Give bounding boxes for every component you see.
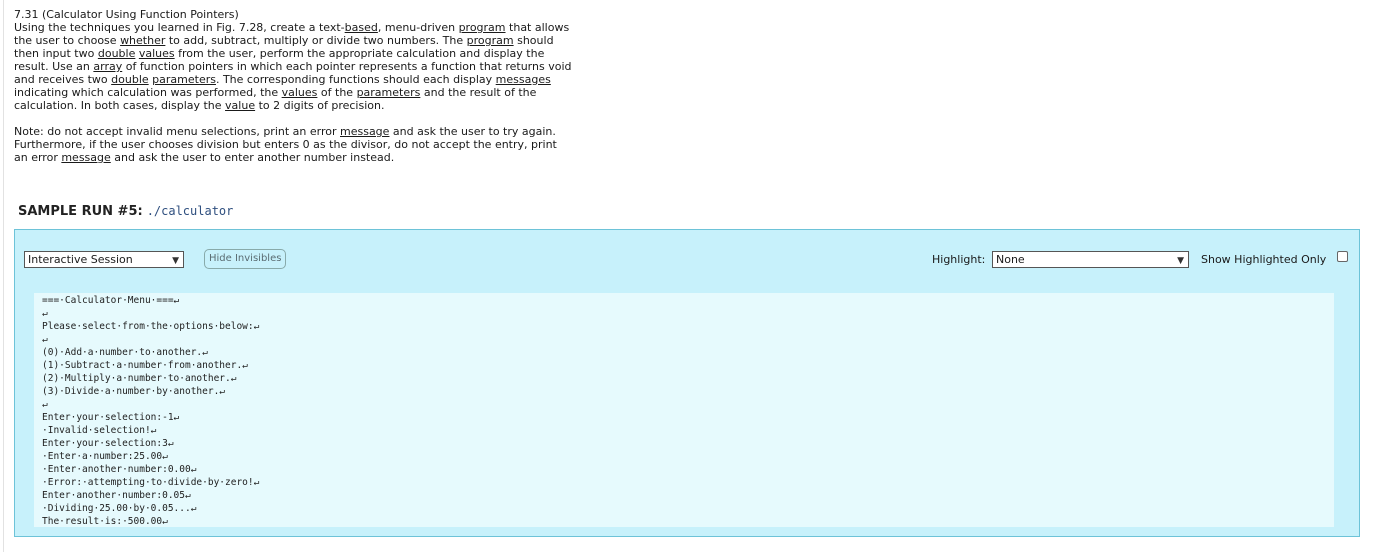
sample-run-heading: SAMPLE RUN #5: ./calculator xyxy=(18,204,233,219)
output-line: ·Enter·a·number:25.00↵ xyxy=(42,451,168,462)
output-line: The·result·is:·500.00↵ xyxy=(42,516,168,527)
output-line: Enter·your·selection:-1↵ xyxy=(42,412,180,423)
text-run: to 2 digits of precision. xyxy=(255,99,385,112)
underlined-term: program xyxy=(458,21,506,34)
output-line: ·Dividing·25.00·by·0.05...↵ xyxy=(42,503,197,514)
output-line: Enter·another·number:0.05↵ xyxy=(42,490,191,501)
output-line: Enter·your·selection:3↵ xyxy=(42,438,174,449)
text-run: Note: do not accept invalid menu selecti… xyxy=(14,125,340,138)
underlined-term: program xyxy=(466,34,514,47)
output-line: ===·Calculator·Menu·===↵ xyxy=(42,295,180,306)
sample-run-command: ./calculator xyxy=(146,204,234,218)
text-run: . The corresponding functions should eac… xyxy=(215,73,496,86)
session-output: ===·Calculator·Menu·===↵ ↵ Please·select·f… xyxy=(34,293,1334,527)
text-run: , menu-driven xyxy=(377,21,459,34)
underlined-term: parameters xyxy=(152,73,216,86)
output-line: ·Invalid·selection!↵ xyxy=(42,425,157,436)
problem-title: 7.31 (Calculator Using Function Pointers… xyxy=(14,8,239,21)
chevron-down-icon: ▼ xyxy=(172,256,179,266)
underlined-term: values xyxy=(138,47,175,60)
session-panel: Interactive Session ▼ Hide Invisibles Hi… xyxy=(14,229,1360,537)
highlight-select[interactable]: None ▼ xyxy=(992,251,1189,268)
session-select-value: Interactive Session xyxy=(28,253,133,266)
output-line: (1)·Subtract·a·number·from·another.↵ xyxy=(42,360,248,371)
underlined-term: double xyxy=(97,47,136,60)
highlight-select-value: None xyxy=(996,253,1025,266)
underlined-term: value xyxy=(225,99,256,112)
sample-run-label: SAMPLE RUN #5: xyxy=(18,204,143,219)
text-run: of the xyxy=(317,86,357,99)
show-highlighted-only-label: Show Highlighted Only xyxy=(1201,253,1327,266)
underlined-term: whether xyxy=(120,34,166,47)
problem-paragraph-main: Using the techniques you learned in Fig.… xyxy=(14,21,574,112)
text-run: indicating which calculation was perform… xyxy=(14,86,282,99)
output-line: ·Enter·another·number:0.00↵ xyxy=(42,464,197,475)
output-line: (0)·Add·a·number·to·another.↵ xyxy=(42,347,208,358)
underlined-term: double xyxy=(111,73,149,86)
chevron-down-icon: ▼ xyxy=(1177,256,1184,266)
output-line: (3)·Divide·a·number·by·another.↵ xyxy=(42,386,226,397)
output-line: ↵ xyxy=(42,334,48,345)
underlined-term: values xyxy=(281,86,318,99)
show-highlighted-only-checkbox[interactable] xyxy=(1337,251,1348,262)
underlined-term: parameters xyxy=(356,86,421,99)
text-run: and ask the user to enter another number… xyxy=(110,151,395,164)
left-frame-border xyxy=(3,0,4,552)
problem-paragraph-note: Note: do not accept invalid menu selecti… xyxy=(14,125,574,164)
problem-description: 7.31 (Calculator Using Function Pointers… xyxy=(14,8,574,164)
underlined-term: based xyxy=(344,21,378,34)
session-output-text: ===·Calculator·Menu·===↵ ↵ Please·select·f… xyxy=(42,294,259,528)
underlined-term: messages xyxy=(495,73,551,86)
output-line: ↵ xyxy=(42,308,48,319)
underlined-term: message xyxy=(61,151,111,164)
session-type-select[interactable]: Interactive Session ▼ xyxy=(24,251,184,268)
hide-invisibles-button[interactable]: Hide Invisibles xyxy=(204,249,287,269)
text-run: to add, subtract, multiply or divide two… xyxy=(165,34,467,47)
output-line: ↵ xyxy=(42,399,48,410)
output-line: ·Error:·attempting·to·divide·by·zero!↵ xyxy=(42,477,260,488)
highlight-label: Highlight: xyxy=(932,253,986,266)
output-line: Please·select·from·the·options·below:↵ xyxy=(42,321,260,332)
underlined-term: array xyxy=(93,60,123,73)
underlined-term: message xyxy=(340,125,390,138)
output-line: (2)·Multiply·a·number·to·another.↵ xyxy=(42,373,237,384)
text-run: Using the techniques you learned in Fig.… xyxy=(14,21,345,34)
